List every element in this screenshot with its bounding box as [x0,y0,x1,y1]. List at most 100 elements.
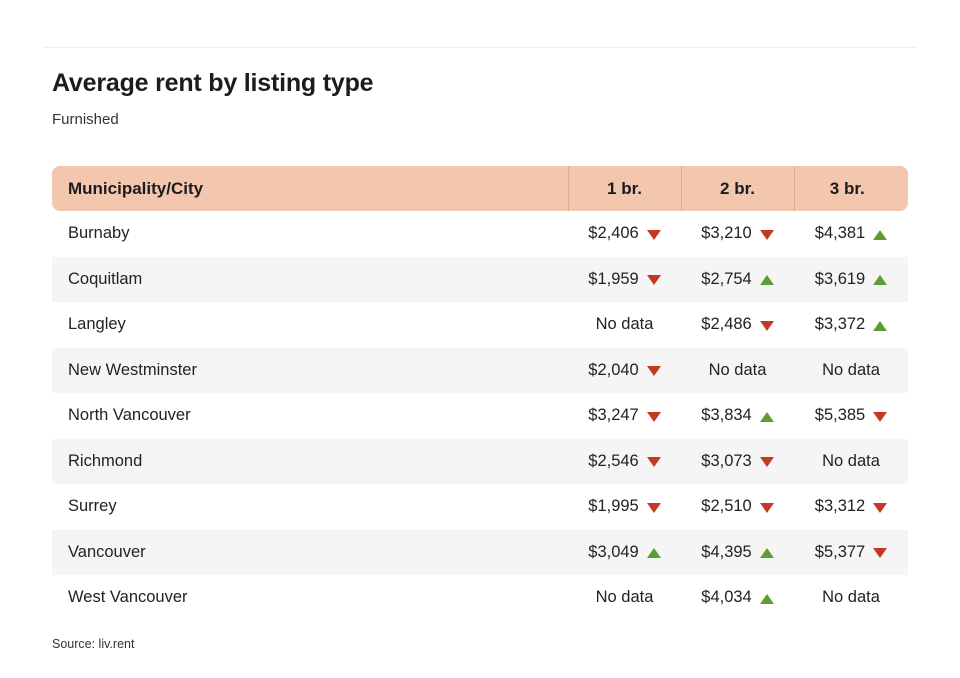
trend-down-icon [647,230,661,240]
trend-up-icon [873,275,887,285]
cell-value: No data [794,348,908,394]
table-row: North Vancouver $3,247 $3,834 $5,385 [52,393,908,439]
cell-value: $3,312 [794,484,908,530]
cell-value: $3,619 [794,257,908,303]
trend-down-icon [873,412,887,422]
column-header-3br: 3 br. [794,166,908,211]
cell-value: $2,486 [681,302,794,348]
rent-value: $3,312 [815,497,865,515]
cell-value: $3,247 [568,393,681,439]
figure-header: Average rent by listing type Furnished [52,68,912,130]
rent-value: $3,210 [701,224,751,242]
table-row: Burnaby$2,406$3,210$4,381 [52,211,908,257]
table-head: Municipality/City 1 br. 2 br. 3 br. [52,166,908,211]
rent-value: $3,049 [588,543,638,561]
trend-up-icon [760,548,774,558]
top-divider [44,47,916,48]
rent-table: Municipality/City 1 br. 2 br. 3 br. Burn… [52,166,908,621]
rent-value: $2,406 [588,224,638,242]
cell-value: $2,406 [568,211,681,257]
no-data-label: No data [822,452,880,470]
trend-up-icon [647,548,661,558]
cell-value: No data [681,348,794,394]
rent-value: $2,486 [701,315,751,333]
cell-city: North Vancouver [52,393,568,439]
table-row: Surrey $1,995 $2,510 $3,312 [52,484,908,530]
rent-value: $1,995 [588,497,638,515]
trend-down-icon [760,503,774,513]
figure-subtitle: Furnished [52,110,912,130]
column-header-2br: 2 br. [681,166,794,211]
table-row: Coquitlam $1,959 $2,754 $3,619 [52,257,908,303]
rent-value: $4,034 [701,588,751,606]
cell-value: $3,049 [568,530,681,576]
cell-value: $1,959 [568,257,681,303]
rent-value: $2,546 [588,452,638,470]
cell-value: $1,995 [568,484,681,530]
table-body: Burnaby$2,406$3,210$4,381Coquitlam$1,959… [52,211,908,621]
cell-value: $4,381 [794,211,908,257]
no-data-label: No data [822,588,880,606]
cell-city: Surrey [52,484,568,530]
trend-down-icon [647,457,661,467]
cell-value: $2,510 [681,484,794,530]
trend-down-icon [760,457,774,467]
trend-up-icon [760,275,774,285]
cell-city: Richmond [52,439,568,485]
no-data-label: No data [709,361,767,379]
column-header-1br: 1 br. [568,166,681,211]
trend-down-icon [760,321,774,331]
column-header-city: Municipality/City [52,166,568,211]
cell-city: Vancouver [52,530,568,576]
cell-value: $4,395 [681,530,794,576]
cell-value: $4,034 [681,575,794,621]
rent-value: $3,619 [815,270,865,288]
rent-value: $3,073 [701,452,751,470]
rent-value: $3,247 [588,406,638,424]
cell-city: West Vancouver [52,575,568,621]
cell-value: $3,372 [794,302,908,348]
cell-city: New Westminster [52,348,568,394]
cell-value: $3,210 [681,211,794,257]
cell-city: Coquitlam [52,257,568,303]
rent-value: $2,510 [701,497,751,515]
cell-value: No data [794,575,908,621]
no-data-label: No data [596,588,654,606]
rent-value: $4,381 [815,224,865,242]
trend-down-icon [647,412,661,422]
trend-down-icon [873,548,887,558]
rent-value: $3,834 [701,406,751,424]
cell-value: No data [568,302,681,348]
table-row: West Vancouver No data $4,034 No data [52,575,908,621]
rent-value: $1,959 [588,270,638,288]
cell-value: $2,040 [568,348,681,394]
cell-value: $3,834 [681,393,794,439]
source-note: Source: liv.rent [52,637,134,651]
page-title: Average rent by listing type [52,68,912,98]
trend-up-icon [760,412,774,422]
trend-down-icon [873,503,887,513]
trend-down-icon [647,366,661,376]
trend-up-icon [760,594,774,604]
table-row: Richmond $2,546 $3,073 No data [52,439,908,485]
cell-value: No data [568,575,681,621]
cell-value: $2,546 [568,439,681,485]
trend-down-icon [647,503,661,513]
no-data-label: No data [822,361,880,379]
trend-down-icon [760,230,774,240]
cell-value: $5,377 [794,530,908,576]
cell-value: $3,073 [681,439,794,485]
trend-down-icon [647,275,661,285]
rent-value: $5,385 [815,406,865,424]
rent-value: $2,754 [701,270,751,288]
table-row: Vancouver $3,049 $4,395$5,377 [52,530,908,576]
rent-table-figure: Average rent by listing type Furnished M… [0,0,960,678]
cell-value: $5,385 [794,393,908,439]
rent-value: $2,040 [588,361,638,379]
table-header-row: Municipality/City 1 br. 2 br. 3 br. [52,166,908,211]
trend-up-icon [873,321,887,331]
rent-value: $3,372 [815,315,865,333]
cell-city: Langley [52,302,568,348]
no-data-label: No data [596,315,654,333]
trend-up-icon [873,230,887,240]
